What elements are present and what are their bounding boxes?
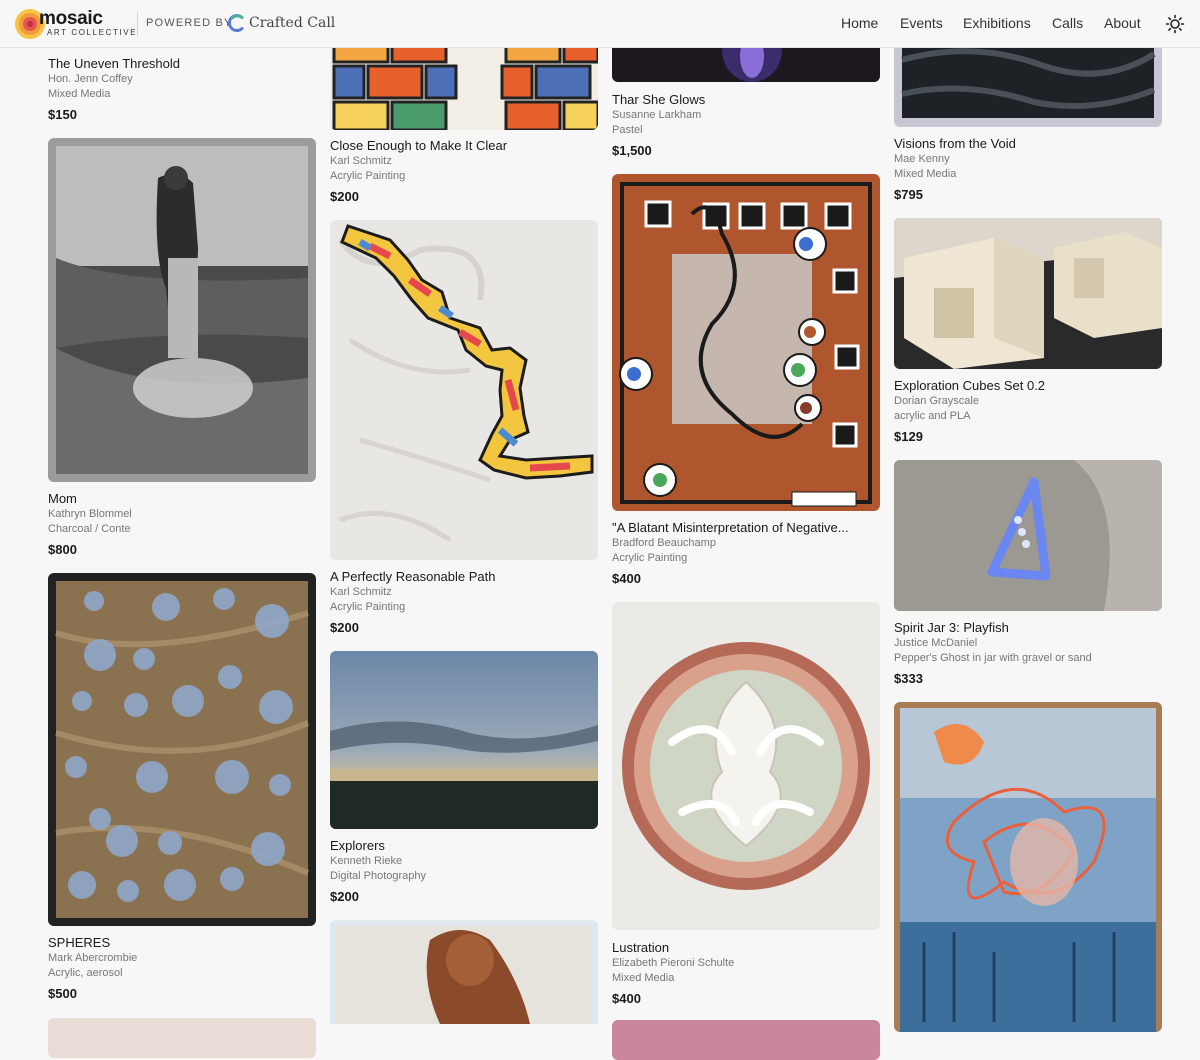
artwork-medium: Acrylic Painting bbox=[612, 552, 688, 564]
nav-home[interactable]: Home bbox=[841, 15, 878, 31]
crafted-call-logo-icon[interactable] bbox=[228, 14, 246, 32]
artwork-artist: Karl Schmitz bbox=[330, 155, 392, 167]
artwork-artist: Hon. Jenn Coffey bbox=[48, 73, 133, 85]
nav-calls[interactable]: Calls bbox=[1052, 15, 1083, 31]
crafted-call-link[interactable]: Crafted Call bbox=[249, 15, 335, 31]
artwork-title[interactable]: Spirit Jar 3: Playfish bbox=[894, 620, 1162, 635]
mom-artwork[interactable] bbox=[48, 138, 316, 482]
header-divider bbox=[137, 12, 138, 36]
artwork-medium: Acrylic Painting bbox=[330, 170, 406, 182]
artwork-artist: Bradford Beauchamp bbox=[612, 537, 716, 549]
nav-about[interactable]: About bbox=[1104, 15, 1141, 31]
lustration-artwork[interactable] bbox=[612, 602, 880, 930]
artwork-title[interactable]: Lustration bbox=[612, 940, 880, 955]
blatant-misinterpretation-artwork[interactable] bbox=[612, 174, 880, 511]
artwork-artist: Elizabeth Pieroni Schulte bbox=[612, 957, 735, 969]
powered-by-label: POWERED BY bbox=[146, 17, 233, 29]
artwork-medium: Acrylic Painting bbox=[330, 601, 406, 613]
next-artwork-preview[interactable] bbox=[48, 1018, 316, 1058]
artwork-artist: Susanne Larkham bbox=[612, 109, 702, 121]
artwork-price: $400 bbox=[612, 571, 641, 586]
artwork-feed: The Uneven Threshold Hon. Jenn Coffey Mi… bbox=[0, 0, 1200, 1060]
nav-events[interactable]: Events bbox=[900, 15, 943, 31]
artwork-artist: Dorian Grayscale bbox=[894, 395, 979, 407]
artwork-title[interactable]: A Perfectly Reasonable Path bbox=[330, 569, 598, 584]
nav-exhibitions[interactable]: Exhibitions bbox=[963, 15, 1031, 31]
artwork-medium: Mixed Media bbox=[894, 168, 957, 180]
artwork-price: $200 bbox=[330, 620, 359, 635]
artwork-price: $200 bbox=[330, 889, 359, 904]
artwork-medium: acrylic and PLA bbox=[894, 410, 971, 422]
abstract-blue-orange-artwork[interactable] bbox=[894, 702, 1162, 1032]
artwork-medium: Acrylic, aerosol bbox=[48, 967, 123, 979]
artwork-title[interactable]: Exploration Cubes Set 0.2 bbox=[894, 378, 1162, 393]
site-header: mosaic ART COLLECTIVE POWERED BY Crafted… bbox=[0, 0, 1200, 48]
artwork-medium: Pepper's Ghost in jar with gravel or san… bbox=[894, 652, 1092, 664]
exploration-cubes-photo[interactable] bbox=[894, 218, 1162, 369]
artwork-artist: Justice McDaniel bbox=[894, 637, 978, 649]
artwork-title[interactable]: Close Enough to Make It Clear bbox=[330, 138, 598, 153]
logo-wordmark[interactable]: mosaic bbox=[39, 9, 103, 28]
artwork-artist: Mae Kenny bbox=[894, 153, 950, 165]
artwork-price: $500 bbox=[48, 986, 77, 1001]
portrait-artwork[interactable] bbox=[330, 920, 598, 1024]
artwork-title[interactable]: Explorers bbox=[330, 838, 598, 853]
artwork-artist: Karl Schmitz bbox=[330, 586, 392, 598]
artwork-title[interactable]: "A Blatant Misinterpretation of Negative… bbox=[612, 520, 880, 535]
artwork-medium: Mixed Media bbox=[612, 972, 675, 984]
artwork-price: $150 bbox=[48, 107, 77, 122]
artwork-price: $333 bbox=[894, 671, 923, 686]
artwork-title[interactable]: The Uneven Threshold bbox=[48, 56, 316, 71]
artwork-artist: Kathryn Blommel bbox=[48, 508, 132, 520]
artwork-medium: Charcoal / Conte bbox=[48, 523, 131, 535]
artwork-title[interactable]: Thar She Glows bbox=[612, 92, 880, 107]
artwork-price: $129 bbox=[894, 429, 923, 444]
artwork-medium: Pastel bbox=[612, 124, 643, 136]
artwork-price: $800 bbox=[48, 542, 77, 557]
logo-subtitle: ART COLLECTIVE bbox=[47, 28, 138, 37]
artwork-medium: Digital Photography bbox=[330, 870, 427, 882]
artwork-price: $795 bbox=[894, 187, 923, 202]
next-artwork-preview[interactable] bbox=[612, 1020, 880, 1060]
sun-icon[interactable] bbox=[1165, 14, 1185, 34]
artwork-title[interactable]: Visions from the Void bbox=[894, 136, 1162, 151]
artwork-price: $1,500 bbox=[612, 143, 652, 158]
perfectly-reasonable-path-artwork[interactable] bbox=[330, 220, 598, 560]
artwork-artist: Kenneth Rieke bbox=[330, 855, 403, 867]
artwork-price: $400 bbox=[612, 991, 641, 1006]
explorers-photo[interactable] bbox=[330, 651, 598, 829]
artwork-price: $200 bbox=[330, 189, 359, 204]
artwork-artist: Mark Abercrombie bbox=[48, 952, 138, 964]
artwork-title[interactable]: SPHERES bbox=[48, 935, 316, 950]
artwork-medium: Mixed Media bbox=[48, 88, 111, 100]
spheres-artwork[interactable] bbox=[48, 573, 316, 926]
spirit-jar-photo[interactable] bbox=[894, 460, 1162, 611]
artwork-title[interactable]: Mom bbox=[48, 491, 316, 506]
